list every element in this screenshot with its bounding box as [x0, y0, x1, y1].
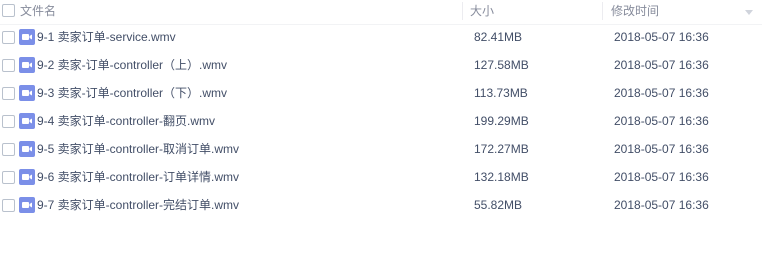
row-checkbox[interactable]: [2, 87, 15, 100]
row-checkbox[interactable]: [2, 143, 15, 156]
file-size: 113.73MB: [474, 86, 528, 100]
file-size: 82.41MB: [474, 30, 523, 44]
file-modified-time: 2018-05-07 16:36: [614, 30, 709, 44]
row-checkbox[interactable]: [2, 199, 15, 212]
sort-arrow-icon[interactable]: [745, 10, 753, 15]
video-file-icon: [19, 197, 35, 213]
column-divider[interactable]: [602, 2, 603, 20]
file-name[interactable]: 9-7 卖家订单-controller-完结订单.wmv: [37, 197, 239, 213]
file-size: 127.58MB: [474, 58, 529, 72]
video-file-icon: [19, 85, 35, 101]
file-row[interactable]: 9-6 卖家订单-controller-订单详情.wmv 132.18MB 2018…: [0, 164, 762, 191]
video-file-icon: [19, 169, 35, 185]
file-size: 172.27MB: [474, 142, 529, 156]
file-modified-time: 2018-05-07 16:36: [614, 142, 709, 156]
file-list-header: 文件名 大小 修改时间: [0, 0, 762, 25]
file-name[interactable]: 9-6 卖家订单-controller-订单详情.wmv: [37, 169, 239, 185]
file-name[interactable]: 9-4 卖家订单-controller-翻页.wmv: [37, 113, 215, 129]
file-modified-time: 2018-05-07 16:36: [614, 58, 709, 72]
file-modified-time: 2018-05-07 16:36: [614, 114, 709, 128]
file-row[interactable]: 9-7 卖家订单-controller-完结订单.wmv 55.82MB 2018-…: [0, 192, 762, 219]
video-file-icon: [19, 141, 35, 157]
row-checkbox[interactable]: [2, 115, 15, 128]
file-row[interactable]: 9-2 卖家-订单-controller（上）.wmv 127.58MB 2018-…: [0, 52, 762, 79]
file-size: 55.82MB: [474, 198, 523, 212]
select-all-checkbox[interactable]: [2, 4, 15, 17]
file-name[interactable]: 9-1 卖家订单-service.wmv: [37, 29, 176, 45]
file-name[interactable]: 9-2 卖家-订单-controller（上）.wmv: [37, 57, 227, 73]
file-row[interactable]: 9-3 卖家-订单-controller（下）.wmv 113.73MB 2018-…: [0, 80, 762, 107]
video-file-icon: [19, 113, 35, 129]
video-file-icon: [19, 29, 35, 45]
file-name[interactable]: 9-5 卖家订单-controller-取消订单.wmv: [37, 141, 239, 157]
file-row[interactable]: 9-4 卖家订单-controller-翻页.wmv 199.29MB 2018-0…: [0, 108, 762, 135]
file-modified-time: 2018-05-07 16:36: [614, 198, 709, 212]
row-checkbox[interactable]: [2, 31, 15, 44]
file-size: 132.18MB: [474, 170, 529, 184]
file-list: 文件名 大小 修改时间 9-1 卖家订单-service.wmv 82.41MB 2…: [0, 0, 776, 269]
file-row[interactable]: 9-1 卖家订单-service.wmv 82.41MB 2018-05-07 16…: [0, 24, 762, 51]
column-header-name[interactable]: 文件名: [20, 3, 56, 19]
file-modified-time: 2018-05-07 16:36: [614, 86, 709, 100]
column-header-size[interactable]: 大小: [470, 3, 494, 19]
column-header-modified[interactable]: 修改时间: [611, 3, 659, 19]
file-row[interactable]: 9-5 卖家订单-controller-取消订单.wmv 172.27MB 2018…: [0, 136, 762, 163]
row-checkbox[interactable]: [2, 59, 15, 72]
file-modified-time: 2018-05-07 16:36: [614, 170, 709, 184]
file-name[interactable]: 9-3 卖家-订单-controller（下）.wmv: [37, 85, 227, 101]
video-file-icon: [19, 57, 35, 73]
file-size: 199.29MB: [474, 114, 529, 128]
column-divider[interactable]: [462, 2, 463, 20]
row-checkbox[interactable]: [2, 171, 15, 184]
